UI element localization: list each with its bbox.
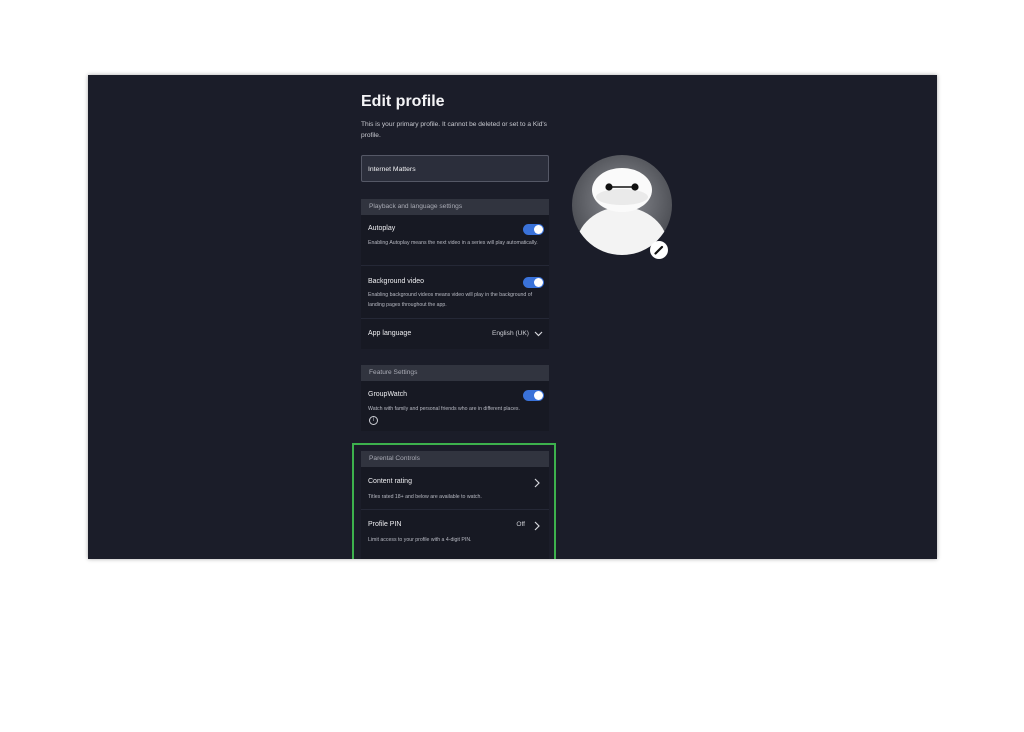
groupwatch-row[interactable]: GroupWatch Watch with family and persona… (361, 381, 549, 431)
chevron-down-icon[interactable] (534, 331, 543, 337)
profile-avatar[interactable] (572, 155, 672, 265)
autoplay-description: Enabling Autoplay means the next video i… (368, 240, 538, 246)
playback-section: Playback and language settings Autoplay … (361, 199, 549, 349)
profile-name-input[interactable]: Internet Matters (361, 155, 549, 182)
toggle-knob (534, 225, 543, 234)
background-video-row[interactable]: Background video Enabling background vid… (361, 266, 549, 319)
toggle-knob (534, 278, 543, 287)
parental-controls-highlight (352, 443, 556, 559)
groupwatch-toggle[interactable] (523, 390, 544, 401)
autoplay-row[interactable]: Autoplay Enabling Autoplay means the nex… (361, 215, 549, 266)
autoplay-title: Autoplay (368, 225, 396, 232)
background-video-title: Background video (368, 278, 425, 285)
playback-section-header: Playback and language settings (361, 199, 549, 215)
toggle-knob (534, 391, 543, 400)
app-language-value[interactable]: English (UK) (492, 330, 529, 337)
feature-settings-header: Feature Settings (361, 365, 549, 381)
background-video-description: Enabling background videos means video w… (368, 292, 533, 308)
groupwatch-title: GroupWatch (368, 391, 408, 398)
groupwatch-description: Watch with family and personal friends w… (368, 406, 520, 412)
background-video-toggle[interactable] (523, 277, 544, 288)
info-icon[interactable]: i (369, 416, 378, 425)
autoplay-toggle[interactable] (523, 224, 544, 235)
feature-settings-section: Feature Settings GroupWatch Watch with f… (361, 365, 549, 431)
page-subtitle: This is your primary profile. It cannot … (361, 121, 547, 139)
app-language-title: App language (368, 330, 412, 337)
page-title: Edit profile (361, 93, 445, 110)
app-screen: Edit profile This is your primary profil… (88, 75, 937, 559)
app-language-row[interactable]: App language English (UK) (361, 319, 549, 351)
